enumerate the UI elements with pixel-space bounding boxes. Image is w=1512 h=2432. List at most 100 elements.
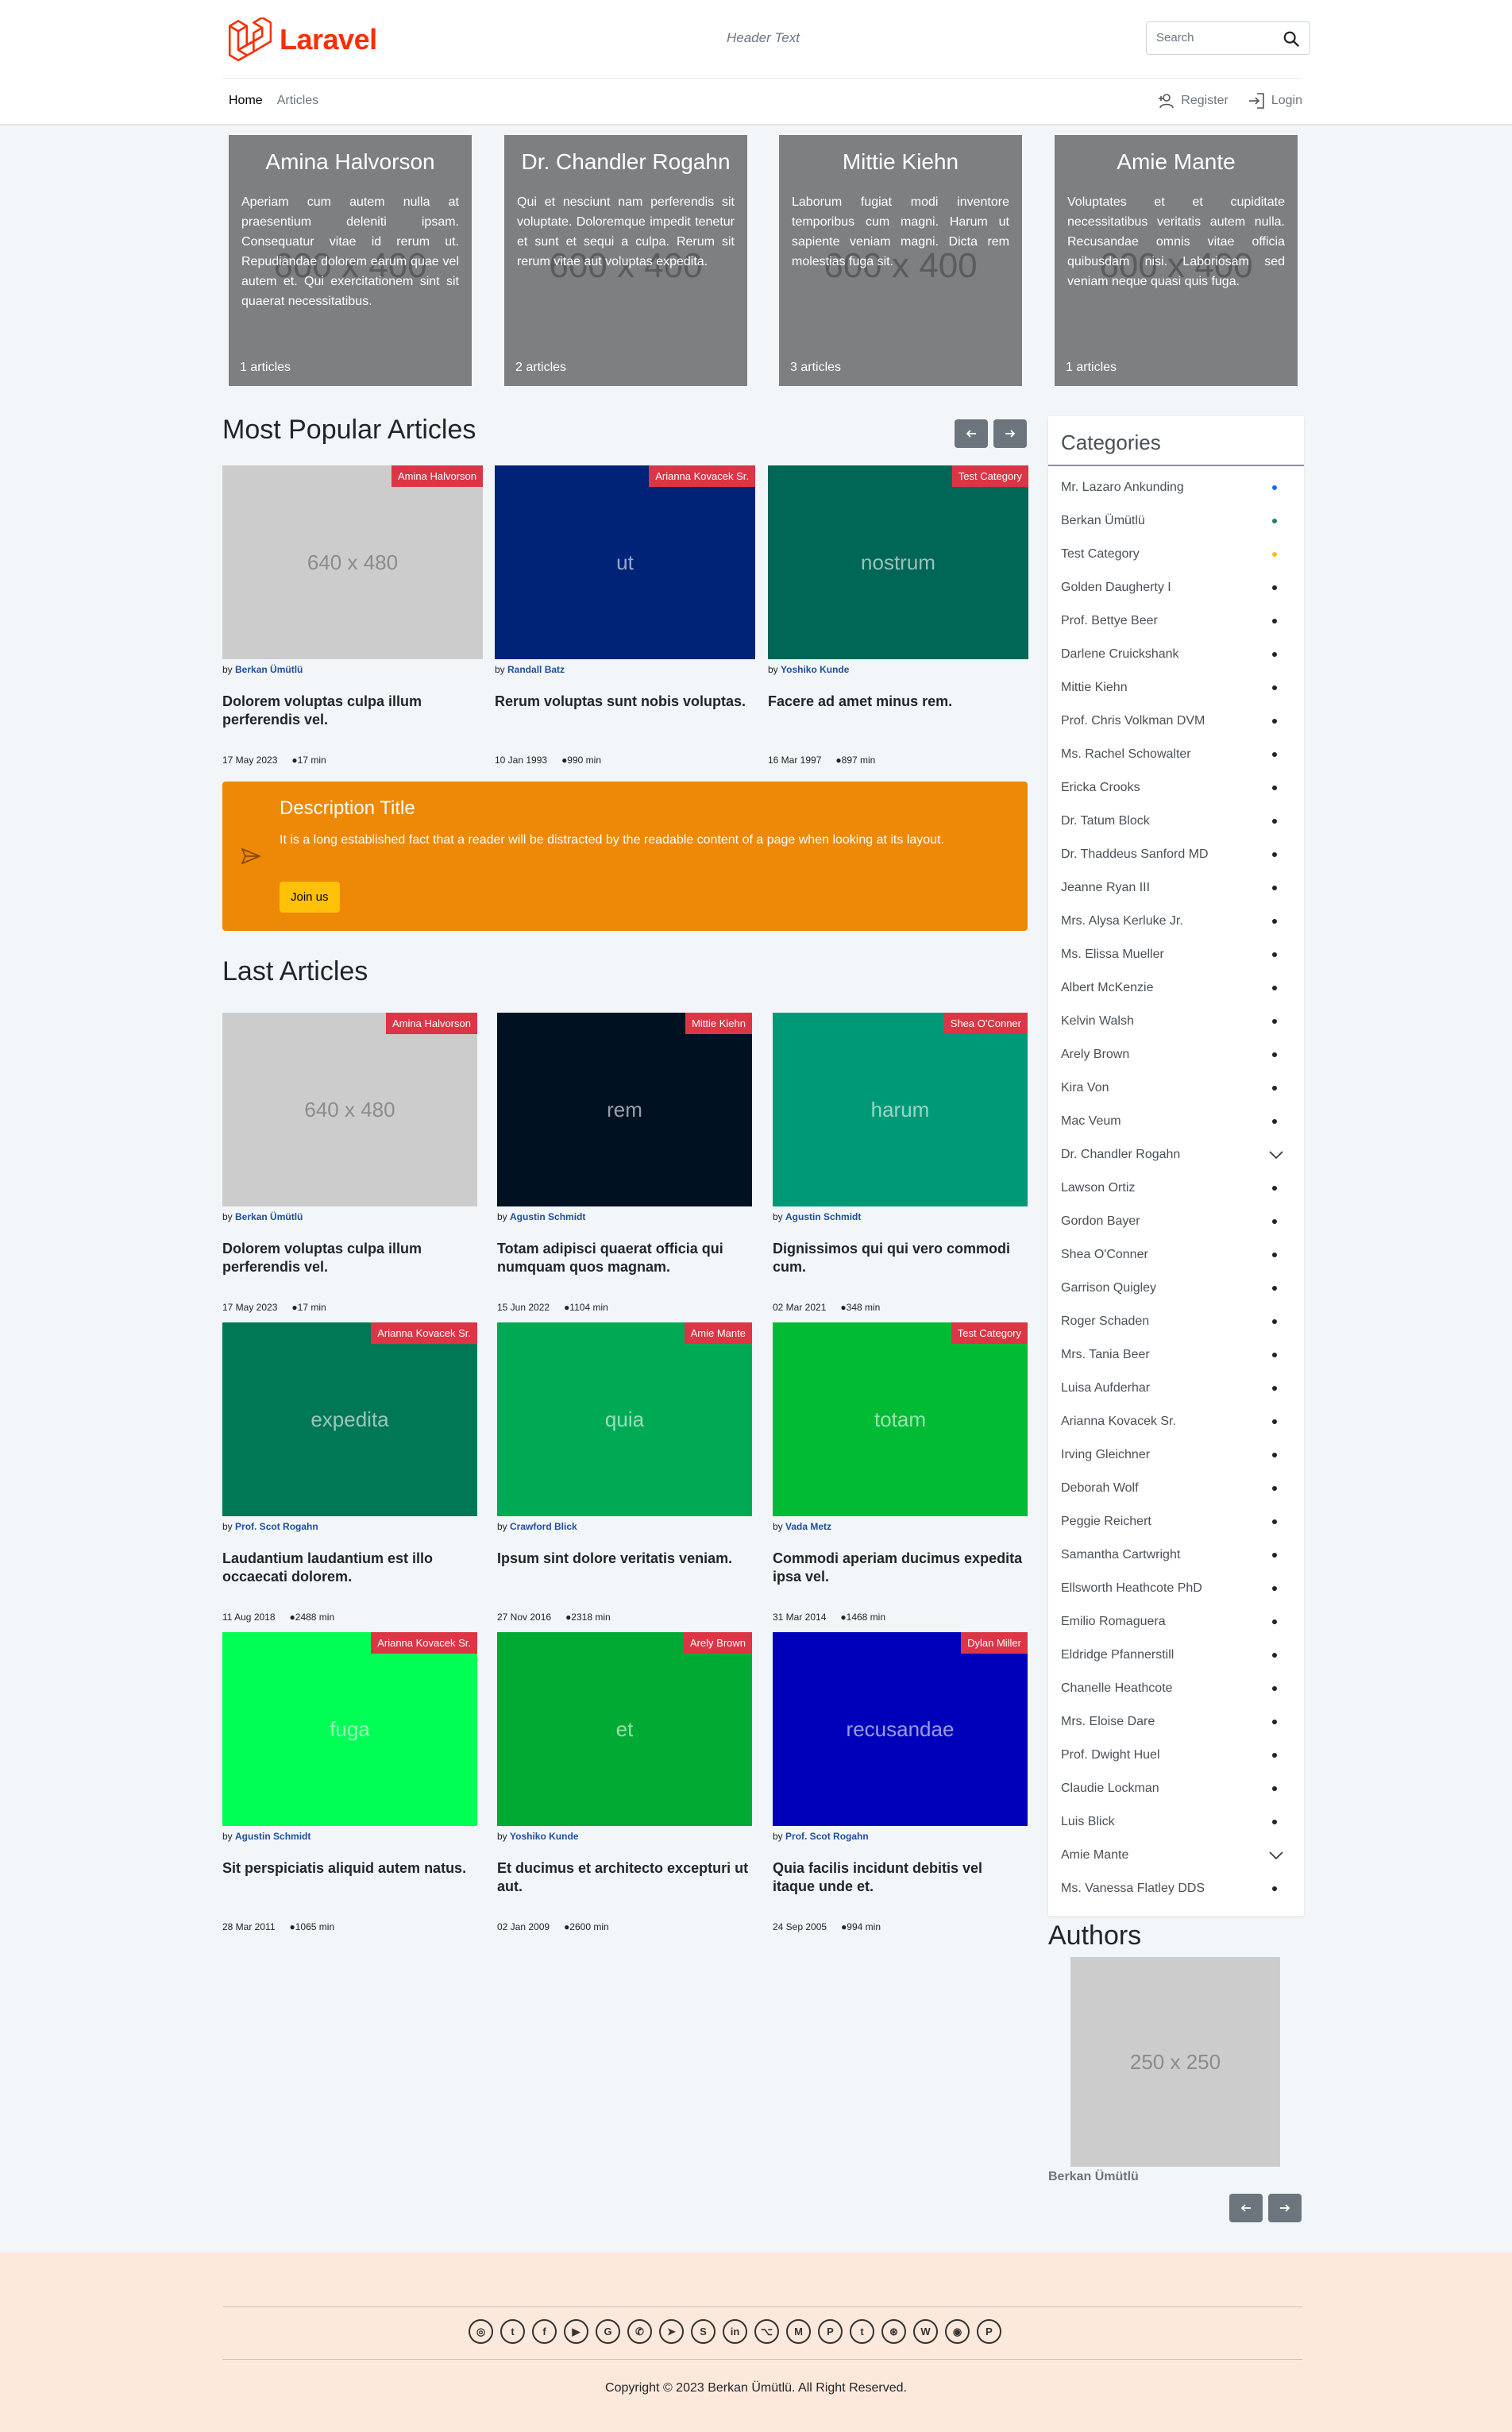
category-tag[interactable]: Test Category [951,1322,1028,1344]
pinterest-icon[interactable]: P [818,2319,843,2344]
tumblr-icon[interactable]: t [850,2319,874,2344]
article-card[interactable]: recusandae Dylan Miller by Prof. Scot Roga… [773,1632,1028,1950]
article-image[interactable]: ut Arianna Kovacek Sr. [495,465,755,659]
brand-logo[interactable]: Laravel [227,17,377,62]
author-link[interactable]: Agustin Schmidt [510,1211,585,1222]
article-card[interactable]: ut Arianna Kovacek Sr. by Randall Batz Reru… [495,465,755,783]
category-tag[interactable]: Arianna Kovacek Sr. [371,1632,477,1654]
category-tag[interactable]: Arianna Kovacek Sr. [371,1322,477,1344]
author-link[interactable]: Berkan Ümütlü [235,664,303,675]
category-item[interactable]: Luis Blick [1048,1805,1304,1839]
author-link[interactable]: Yoshiko Kunde [510,1831,578,1842]
article-title[interactable]: Dolorem voluptas culpa illum perferendis… [222,1240,477,1276]
article-title[interactable]: Commodi aperiam ducimus expedita ipsa ve… [773,1550,1028,1586]
join-us-button[interactable]: Join us [280,882,340,913]
article-image[interactable]: quia Amie Mante [497,1322,752,1516]
article-image[interactable]: rem Mittie Kiehn [497,1013,752,1206]
category-tag[interactable]: Arely Brown [683,1632,752,1654]
chevron-down-icon[interactable] [1267,1146,1285,1164]
category-item[interactable]: Ms. Rachel Schowalter [1048,738,1304,771]
article-card[interactable]: quia Amie Mante by Crawford Blick Ipsum sin… [497,1322,752,1640]
author-link[interactable]: Berkan Ümütlü [235,1211,303,1222]
category-item[interactable]: Dr. Chandler Rogahn [1048,1138,1304,1172]
category-item[interactable]: Ericka Crooks [1048,771,1304,805]
category-item[interactable]: Garrison Quigley [1048,1272,1304,1305]
linkedin-icon[interactable]: in [723,2319,747,2344]
article-card[interactable]: totam Test Category by Vada Metz Commodi ap… [773,1322,1028,1640]
article-card[interactable]: expedita Arianna Kovacek Sr. by Prof. Scot… [222,1322,477,1640]
article-card[interactable]: 640 x 480 Amina Halvorson by Berkan Ümütlü… [222,1013,477,1330]
article-card[interactable]: harum Shea O'Conner by Agustin Schmidt Dign… [773,1013,1028,1330]
article-title[interactable]: Dolorem voluptas culpa illum perferendis… [222,693,483,729]
category-tag[interactable]: Amina Halvorson [392,465,483,487]
search-icon[interactable] [1282,30,1300,48]
chevron-down-icon[interactable] [1267,1847,1285,1864]
skype-icon[interactable]: S [691,2319,716,2344]
article-image[interactable]: et Arely Brown [497,1632,752,1826]
whatsapp-icon[interactable]: ✆ [627,2319,652,2344]
category-item[interactable]: Lawson Ortiz [1048,1172,1304,1205]
category-item[interactable]: Ms. Elissa Mueller [1048,938,1304,971]
article-title[interactable]: Ipsum sint dolore veritatis veniam. [497,1550,752,1568]
article-image[interactable]: totam Test Category [773,1322,1028,1516]
category-tag[interactable]: Mittie Kiehn [685,1013,752,1034]
category-item[interactable]: Mrs. Tania Beer [1048,1338,1304,1372]
article-title[interactable]: Rerum voluptas sunt nobis voluptas. [495,693,755,711]
category-card[interactable]: 600 x 400 Amie Mante Voluptates et et cupi… [1055,135,1298,386]
telegram-icon[interactable]: ➤ [659,2319,684,2344]
popular-next-button[interactable] [993,419,1027,448]
category-item[interactable]: Mr. Lazaro Ankunding [1048,471,1304,504]
category-item[interactable]: Peggie Reichert [1048,1505,1304,1538]
discord-icon[interactable]: ◉ [945,2319,970,2344]
nav-articles[interactable]: Articles [277,94,318,108]
article-card[interactable]: 640 x 480 Amina Halvorson by Berkan Ümütlü… [222,465,483,783]
category-item[interactable]: Roger Schaden [1048,1305,1304,1338]
article-title[interactable]: Totam adipisci quaerat officia qui numqu… [497,1240,752,1276]
author-link[interactable]: Prof. Scot Rogahn [235,1521,318,1532]
category-item[interactable]: Emilio Romaguera [1048,1605,1304,1639]
google-icon[interactable]: G [596,2319,620,2344]
register-link[interactable]: Register [1157,92,1228,110]
article-title[interactable]: Facere ad amet minus rem. [768,693,1028,711]
category-item[interactable]: Albert McKenzie [1048,971,1304,1005]
category-card[interactable]: 600 x 400 Mittie Kiehn Laborum fugiat modi… [779,135,1022,386]
author-link[interactable]: Agustin Schmidt [785,1211,861,1222]
category-item[interactable]: Test Category [1048,538,1304,571]
author-link[interactable]: Crawford Blick [510,1521,577,1532]
category-item[interactable]: Dr. Tatum Block [1048,805,1304,838]
category-item[interactable]: Kira Von [1048,1071,1304,1105]
dribbble-icon[interactable]: ⊛ [881,2319,906,2344]
author-link[interactable]: Randall Batz [507,664,565,675]
author-name[interactable]: Berkan Ümütlü [1048,2170,1139,2184]
category-item[interactable]: Chanelle Heathcote [1048,1672,1304,1705]
author-link[interactable]: Agustin Schmidt [235,1831,310,1842]
category-item[interactable]: Dr. Thaddeus Sanford MD [1048,838,1304,871]
category-item[interactable]: Arely Brown [1048,1038,1304,1071]
authors-prev-button[interactable] [1229,2194,1263,2222]
category-item[interactable]: Deborah Wolf [1048,1472,1304,1505]
category-item[interactable]: Irving Gleichner [1048,1438,1304,1472]
article-title[interactable]: Sit perspiciatis aliquid autem natus. [222,1859,477,1878]
medium-icon[interactable]: M [786,2319,811,2344]
category-tag[interactable]: Dylan Miller [961,1632,1028,1654]
category-item[interactable]: Prof. Chris Volkman DVM [1048,705,1304,738]
article-title[interactable]: Laudantium laudantium est illo occaecati… [222,1550,477,1586]
category-item[interactable]: Golden Daugherty I [1048,571,1304,604]
category-item[interactable]: Darlene Cruickshank [1048,638,1304,671]
popular-prev-button[interactable] [955,419,988,448]
category-item[interactable]: Prof. Bettye Beer [1048,604,1304,638]
category-item[interactable]: Luisa Aufderhar [1048,1372,1304,1405]
article-card[interactable]: et Arely Brown by Yoshiko Kunde Et ducimus … [497,1632,752,1950]
paypal-icon[interactable]: P [977,2319,1001,2344]
article-image[interactable]: 640 x 480 Amina Halvorson [222,1013,477,1206]
article-card[interactable]: nostrum Test Category by Yoshiko Kunde Face… [768,465,1028,783]
category-item[interactable]: Gordon Bayer [1048,1205,1304,1238]
nav-home[interactable]: Home [229,94,263,108]
category-tag[interactable]: Arianna Kovacek Sr. [649,465,755,487]
category-item[interactable]: Mac Veum [1048,1105,1304,1138]
article-image[interactable]: 640 x 480 Amina Halvorson [222,465,483,659]
category-item[interactable]: Arianna Kovacek Sr. [1048,1405,1304,1438]
category-tag[interactable]: Shea O'Conner [943,1013,1028,1034]
category-item[interactable]: Mittie Kiehn [1048,671,1304,705]
author-link[interactable]: Prof. Scot Rogahn [785,1831,869,1842]
